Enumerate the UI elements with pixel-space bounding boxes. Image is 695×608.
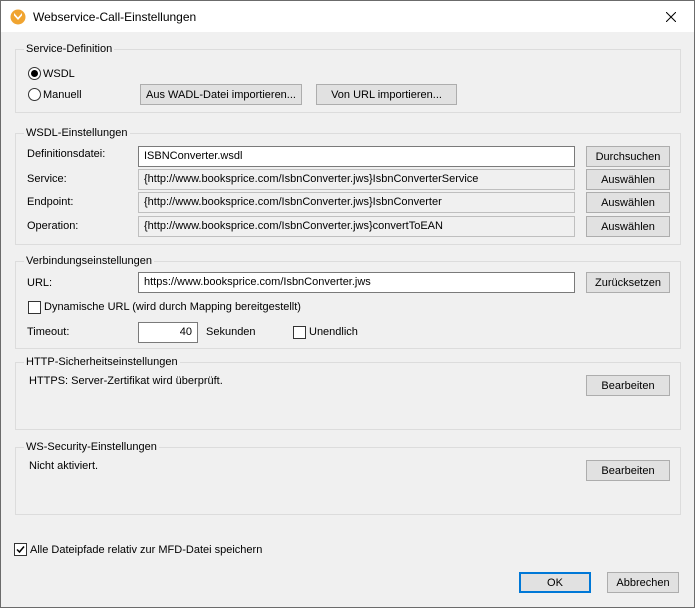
url-field[interactable]: https://www.booksprice.com/IsbnConverter… bbox=[138, 272, 575, 293]
ws-security-group: WS-Security-Einstellungen Nicht aktivier… bbox=[15, 440, 681, 515]
http-security-legend: HTTP-Sicherheitseinstellungen bbox=[24, 355, 180, 369]
infinite-label: Unendlich bbox=[309, 326, 358, 338]
service-definition-group: Service-Definition WSDL Manuell Aus WADL… bbox=[15, 42, 681, 113]
operation-select-button[interactable]: Auswählen bbox=[586, 216, 670, 237]
dialog-window: Webservice-Call-Einstellungen Service-De… bbox=[0, 0, 695, 608]
timeout-label: Timeout: bbox=[27, 326, 70, 338]
browse-button[interactable]: Durchsuchen bbox=[586, 146, 670, 167]
dynamic-url-checkbox[interactable] bbox=[28, 301, 41, 314]
relative-paths-checkbox[interactable] bbox=[14, 543, 27, 556]
ws-security-legend: WS-Security-Einstellungen bbox=[24, 440, 159, 454]
manual-radio[interactable] bbox=[28, 88, 41, 101]
wsdl-settings-group: WSDL-Einstellungen Definitionsdatei: ISB… bbox=[15, 126, 681, 245]
connection-settings-legend: Verbindungseinstellungen bbox=[24, 254, 154, 268]
service-select-button[interactable]: Auswählen bbox=[586, 169, 670, 190]
close-button[interactable] bbox=[648, 1, 694, 32]
relative-paths-label: Alle Dateipfade relativ zur MFD-Datei sp… bbox=[30, 544, 263, 556]
wsdl-radio[interactable] bbox=[28, 67, 41, 80]
import-wadl-button[interactable]: Aus WADL-Datei importieren... bbox=[140, 84, 302, 105]
wsdl-radio-label: WSDL bbox=[43, 68, 75, 80]
app-icon bbox=[10, 9, 26, 25]
checkmark-icon bbox=[16, 546, 25, 554]
service-label: Service: bbox=[27, 173, 67, 185]
connection-settings-group: Verbindungseinstellungen URL: https://ww… bbox=[15, 254, 681, 349]
timeout-unit-label: Sekunden bbox=[206, 326, 256, 338]
service-field: {http://www.booksprice.com/IsbnConverter… bbox=[138, 169, 575, 190]
infinite-checkbox[interactable] bbox=[293, 326, 306, 339]
url-label: URL: bbox=[27, 277, 53, 289]
operation-label: Operation: bbox=[27, 220, 79, 232]
endpoint-label: Endpoint: bbox=[27, 196, 74, 208]
window-title: Webservice-Call-Einstellungen bbox=[33, 10, 197, 24]
http-security-status: HTTPS: Server-Zertifikat wird überprüft. bbox=[29, 375, 223, 387]
reset-button[interactable]: Zurücksetzen bbox=[586, 272, 670, 293]
manual-radio-label: Manuell bbox=[43, 89, 82, 101]
close-icon bbox=[666, 11, 676, 22]
ok-button[interactable]: OK bbox=[519, 572, 591, 593]
dynamic-url-label: Dynamische URL (wird durch Mapping berei… bbox=[44, 301, 301, 313]
definition-file-label: Definitionsdatei: bbox=[27, 148, 106, 160]
title-bar[interactable]: Webservice-Call-Einstellungen bbox=[1, 1, 694, 32]
wsdl-settings-legend: WSDL-Einstellungen bbox=[24, 126, 130, 140]
operation-field: {http://www.booksprice.com/IsbnConverter… bbox=[138, 216, 575, 237]
import-url-button[interactable]: Von URL importieren... bbox=[316, 84, 457, 105]
service-definition-legend: Service-Definition bbox=[24, 42, 115, 56]
ws-security-edit-button[interactable]: Bearbeiten bbox=[586, 460, 670, 481]
timeout-field[interactable]: 40 bbox=[138, 322, 198, 343]
definition-file-field[interactable]: ISBNConverter.wsdl bbox=[138, 146, 575, 167]
endpoint-select-button[interactable]: Auswählen bbox=[586, 192, 670, 213]
http-security-edit-button[interactable]: Bearbeiten bbox=[586, 375, 670, 396]
cancel-button[interactable]: Abbrechen bbox=[607, 572, 679, 593]
http-security-group: HTTP-Sicherheitseinstellungen HTTPS: Ser… bbox=[15, 355, 681, 430]
endpoint-field: {http://www.booksprice.com/IsbnConverter… bbox=[138, 192, 575, 213]
ws-security-status: Nicht aktiviert. bbox=[29, 460, 99, 472]
